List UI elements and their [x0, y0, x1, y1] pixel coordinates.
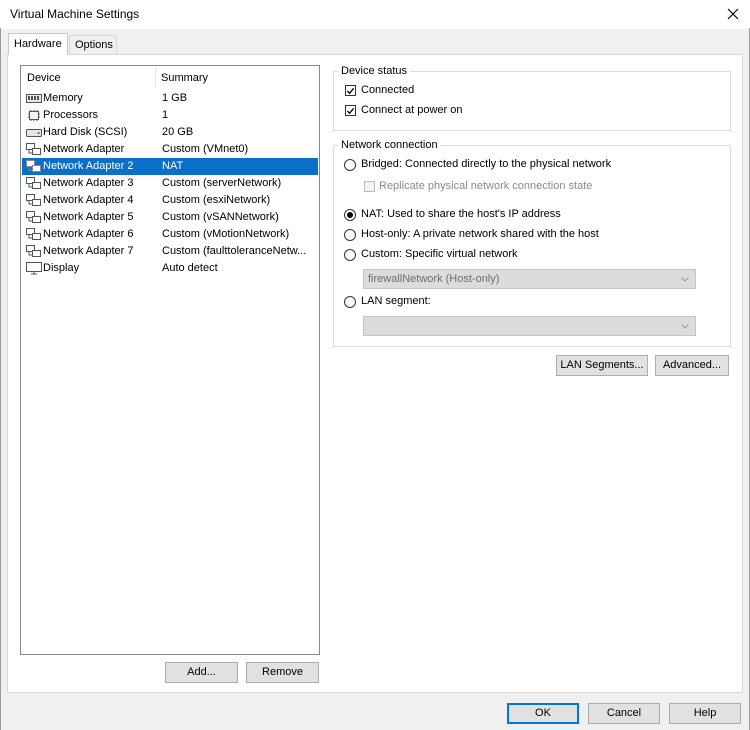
hard-disk-icon	[26, 126, 42, 139]
lan-segment-radio[interactable]	[344, 296, 356, 308]
nat-label[interactable]: NAT: Used to share the host's IP address	[361, 208, 561, 220]
advanced-button[interactable]: Advanced...	[655, 355, 729, 376]
device-row[interactable]: Network Adapter Custom (VMnet0)	[22, 141, 318, 158]
memory-icon	[26, 92, 42, 105]
device-row[interactable]: Network Adapter 7 Custom (faulttoleranceN…	[22, 243, 318, 260]
processor-icon	[26, 109, 42, 122]
network-adapter-icon	[26, 211, 42, 224]
device-summary: 1 GB	[162, 92, 188, 104]
device-row[interactable]: Memory 1 GB	[22, 90, 318, 107]
add-button[interactable]: Add...	[165, 662, 238, 683]
device-summary: 1	[162, 109, 169, 121]
device-name: Network Adapter 4	[43, 194, 134, 206]
device-summary: Custom (vSANNetwork)	[162, 211, 279, 223]
device-summary: NAT	[162, 160, 184, 172]
device-summary: Custom (vMotionNetwork)	[162, 228, 290, 240]
network-adapter-icon	[26, 160, 42, 173]
connect-at-power-on-label[interactable]: Connect at power on	[361, 104, 463, 116]
device-name: Network Adapter 6	[43, 228, 134, 240]
bridged-label[interactable]: Bridged: Connected directly to the physi…	[361, 158, 611, 170]
tab-options[interactable]: Options	[69, 35, 117, 54]
lan-segments-button[interactable]: LAN Segments...	[556, 355, 648, 376]
custom-label[interactable]: Custom: Specific virtual network	[361, 248, 518, 260]
network-connection-label: Network connection	[338, 139, 441, 151]
device-name: Network Adapter 5	[43, 211, 134, 223]
checkmark-icon	[346, 107, 355, 114]
lan-segment-label[interactable]: LAN segment:	[361, 295, 431, 307]
device-name: Display	[43, 262, 80, 274]
tab-hardware[interactable]: Hardware	[8, 33, 68, 55]
device-summary: Auto detect	[162, 262, 218, 274]
column-header-summary[interactable]: Summary	[161, 66, 208, 88]
custom-network-select-value: firewallNetwork (Host-only)	[368, 273, 500, 285]
replicate-checkbox[interactable]	[364, 181, 375, 192]
column-header-device[interactable]: Device	[27, 66, 61, 88]
device-name: Network Adapter	[43, 143, 125, 155]
bridged-radio[interactable]	[344, 159, 356, 171]
connect-at-power-on-checkbox[interactable]	[345, 105, 356, 116]
network-adapter-icon	[26, 228, 42, 241]
device-row[interactable]: Network Adapter 5 Custom (vSANNetwork)	[22, 209, 318, 226]
host-only-label[interactable]: Host-only: A private network shared with…	[361, 228, 599, 240]
device-list[interactable]: Device Summary Memory 1 GB Processors 1 Hard…	[20, 65, 320, 655]
radio-selected-dot	[347, 212, 353, 218]
device-row[interactable]: Network Adapter 3 Custom (serverNetwork)	[22, 175, 318, 192]
chevron-down-icon	[681, 324, 689, 329]
network-adapter-icon	[26, 245, 42, 258]
display-icon	[26, 262, 42, 275]
checkmark-icon	[346, 87, 355, 94]
device-row[interactable]: Display Auto detect	[22, 260, 318, 277]
nat-radio[interactable]	[344, 209, 356, 221]
device-row[interactable]: Network Adapter 4 Custom (esxiNetwork)	[22, 192, 318, 209]
network-adapter-icon	[26, 194, 42, 207]
device-row[interactable]: Network Adapter 6 Custom (vMotionNetwork)	[22, 226, 318, 243]
device-row[interactable]: Hard Disk (SCSI) 20 GB	[22, 124, 318, 141]
close-button[interactable]	[716, 0, 750, 28]
cancel-button[interactable]: Cancel	[588, 703, 660, 724]
device-summary: Custom (serverNetwork)	[162, 177, 282, 189]
title-bar: Virtual Machine Settings	[0, 0, 750, 29]
replicate-label[interactable]: Replicate physical network connection st…	[379, 180, 592, 192]
network-adapter-icon	[26, 143, 42, 156]
device-name: Processors	[43, 109, 99, 121]
device-name: Network Adapter 2	[43, 160, 134, 172]
column-separator[interactable]	[155, 68, 156, 88]
device-name: Network Adapter 7	[43, 245, 134, 257]
device-name: Hard Disk (SCSI)	[43, 126, 128, 138]
remove-button[interactable]: Remove	[246, 662, 319, 683]
connected-label[interactable]: Connected	[361, 84, 414, 96]
window-border-left	[0, 28, 1, 730]
device-summary: Custom (faulttoleranceNetw...	[162, 245, 307, 257]
device-status-label: Device status	[338, 65, 411, 77]
network-adapter-icon	[26, 177, 42, 190]
device-summary: Custom (VMnet0)	[162, 143, 249, 155]
device-summary: 20 GB	[162, 126, 194, 138]
device-status-group	[333, 71, 731, 131]
device-row[interactable]: Processors 1	[22, 107, 318, 124]
lan-segment-select[interactable]	[363, 316, 696, 336]
custom-network-select[interactable]: firewallNetwork (Host-only)	[363, 269, 696, 289]
window-title: Virtual Machine Settings	[10, 7, 140, 21]
ok-button[interactable]: OK	[507, 703, 579, 724]
device-summary: Custom (esxiNetwork)	[162, 194, 271, 206]
custom-radio[interactable]	[344, 249, 356, 261]
device-name: Memory	[43, 92, 83, 104]
host-only-radio[interactable]	[344, 229, 356, 241]
chevron-down-icon	[681, 277, 689, 282]
device-row[interactable]: Network Adapter 2 NAT	[22, 158, 318, 175]
connected-checkbox[interactable]	[345, 85, 356, 96]
device-name: Network Adapter 3	[43, 177, 134, 189]
help-button[interactable]: Help	[669, 703, 741, 724]
close-icon	[727, 8, 739, 20]
